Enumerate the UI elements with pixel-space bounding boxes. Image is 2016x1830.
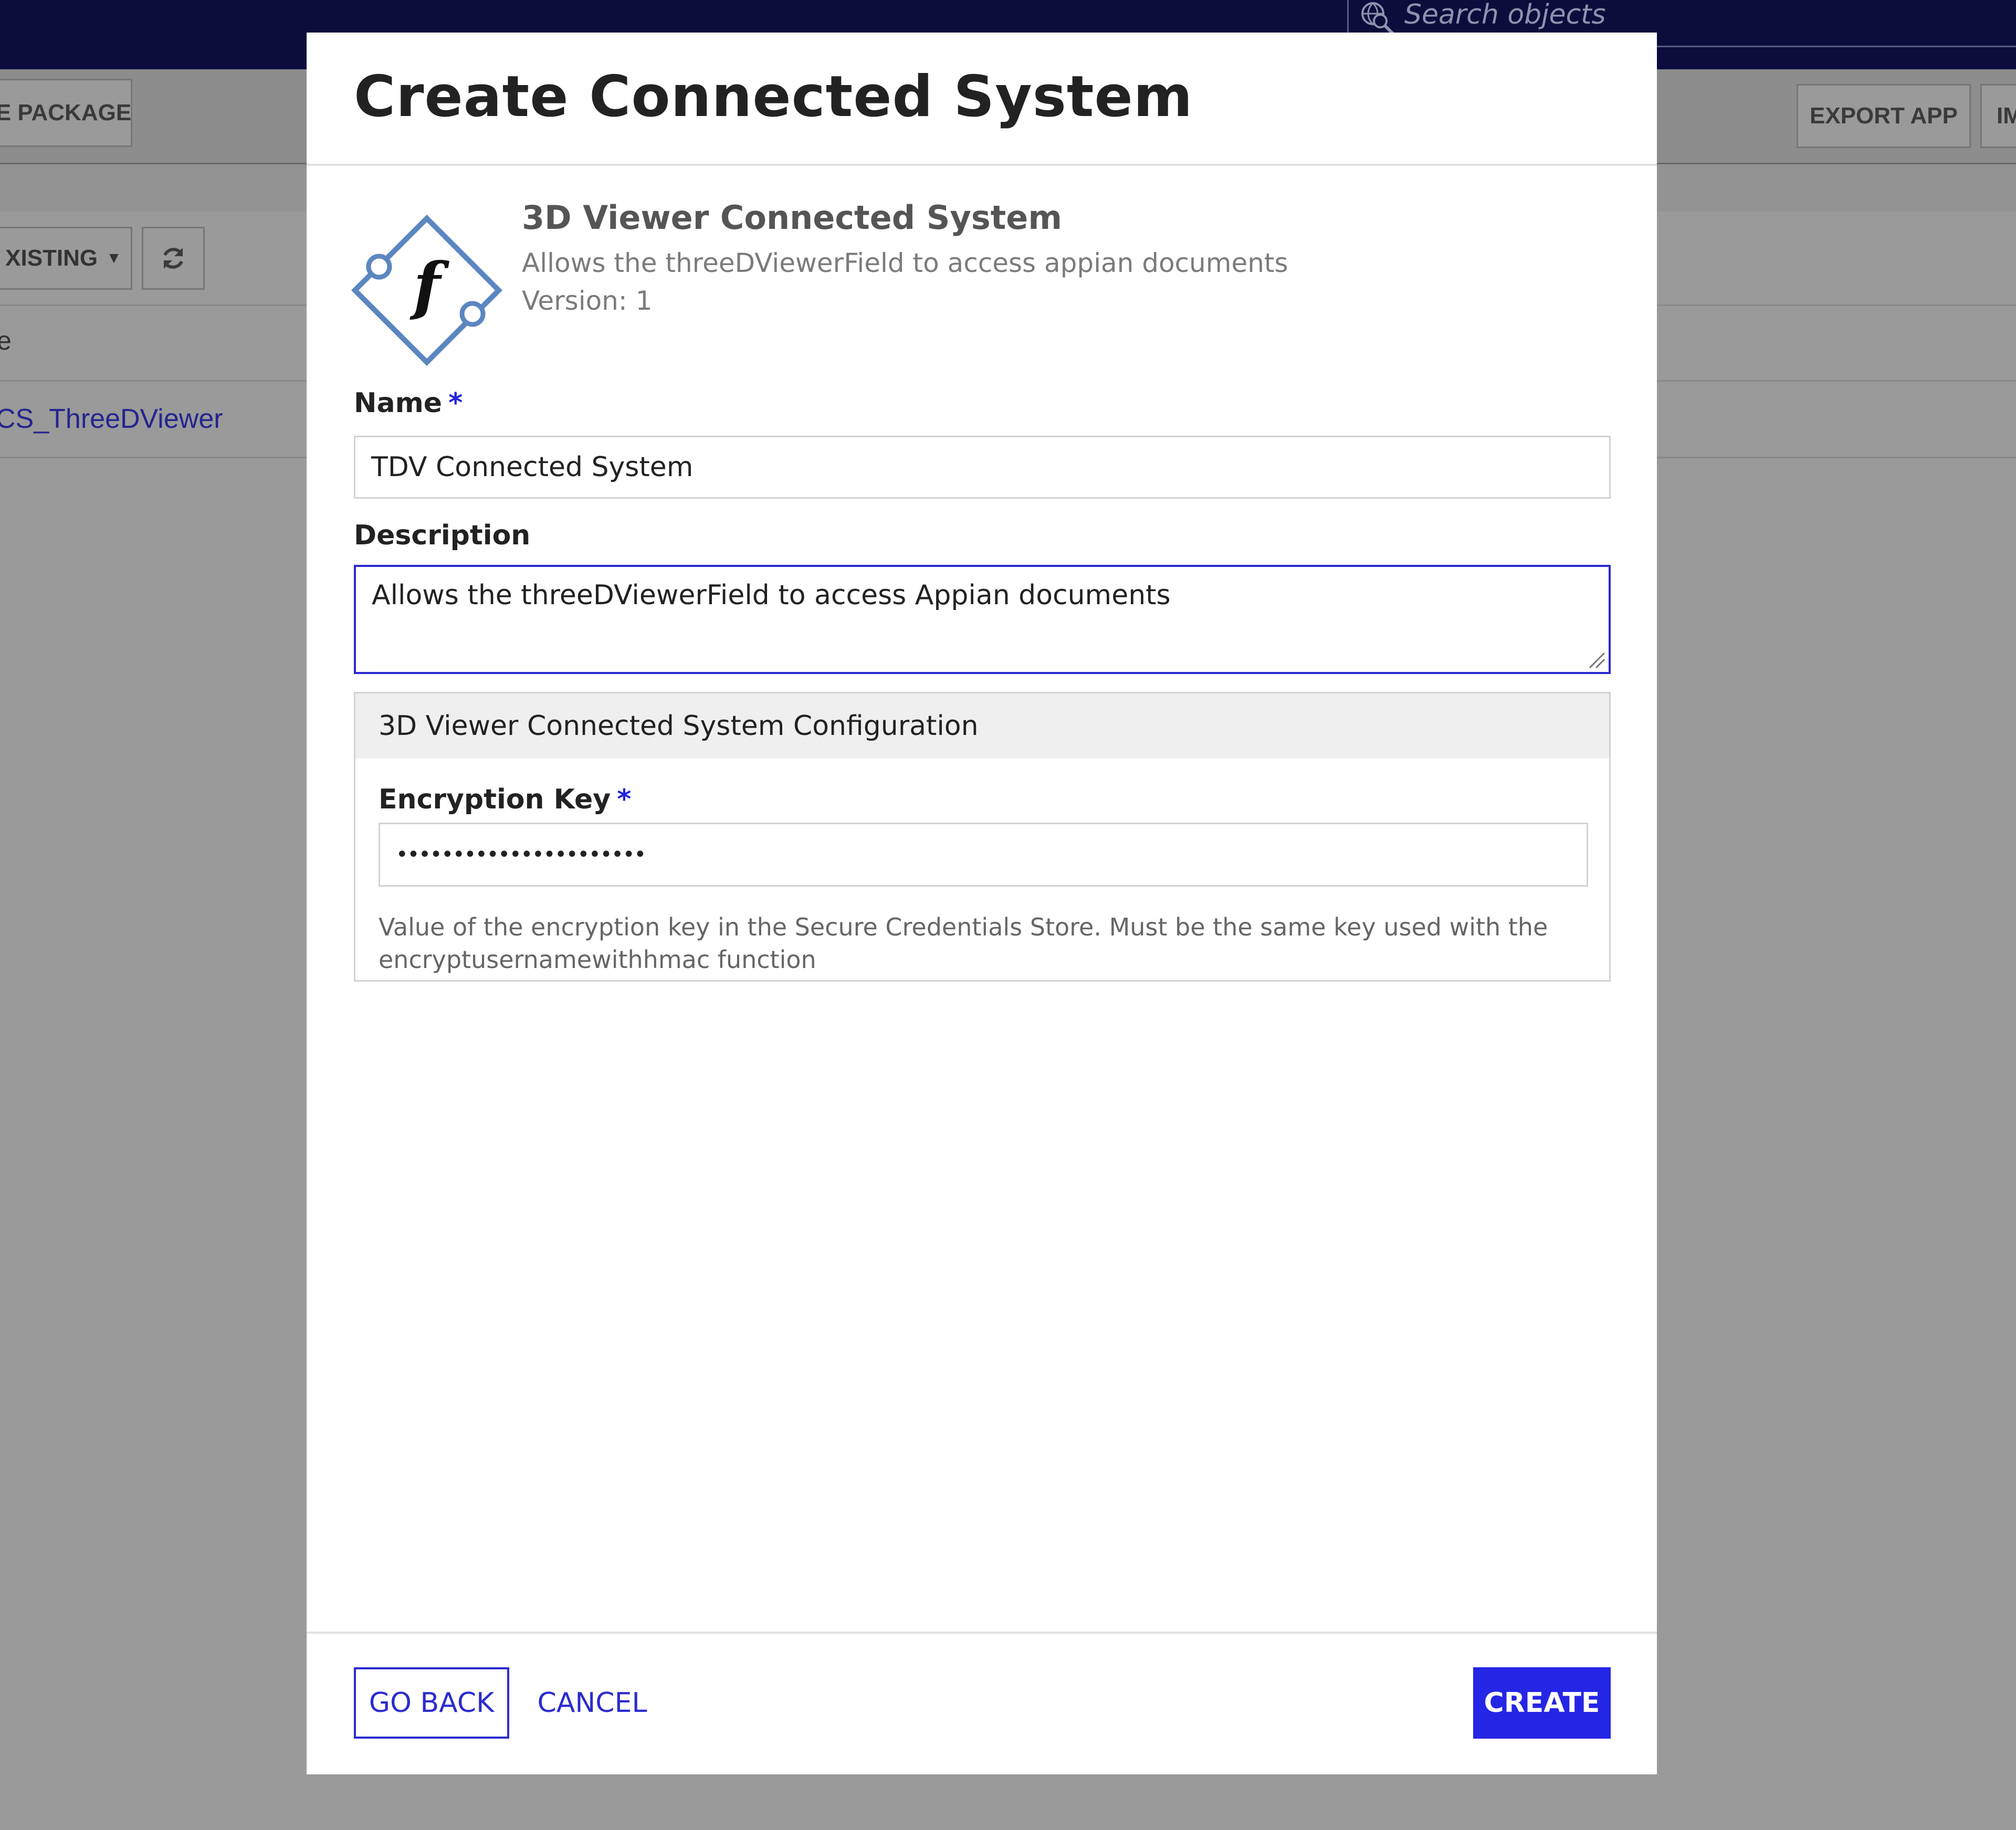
- configuration-header: 3D Viewer Connected System Configuration: [355, 693, 1609, 759]
- encryption-key-value: ••••••••••••••••••••••: [396, 843, 646, 867]
- resize-grip-icon[interactable]: [1588, 651, 1605, 669]
- export-app-button[interactable]: EXPORT APP: [1797, 84, 1971, 148]
- encryption-key-label: Encryption Key *: [379, 784, 631, 815]
- add-existing-dropdown[interactable]: XISTING ▼: [0, 227, 132, 290]
- encryption-key-help-text: Value of the encryption key in the Secur…: [379, 913, 1548, 974]
- required-marker: *: [617, 784, 632, 815]
- plugin-description: Allows the threeDViewerField to access a…: [522, 248, 1288, 278]
- object-link[interactable]: CS_ThreeDViewer: [0, 403, 223, 435]
- go-back-button[interactable]: GO BACK: [354, 1667, 509, 1739]
- description-textarea[interactable]: Allows the threeDViewerField to access A…: [354, 565, 1611, 674]
- plugin-name: 3D Viewer Connected System: [522, 198, 1062, 237]
- search-placeholder: Search objects: [1404, 0, 1606, 30]
- import-button[interactable]: IM: [1980, 84, 2016, 148]
- refresh-icon: [163, 248, 183, 269]
- encryption-key-label-text: Encryption Key: [379, 784, 611, 815]
- caret-down-icon: ▼: [106, 249, 122, 267]
- plugin-version: Version: 1: [522, 286, 653, 316]
- package-button[interactable]: E PACKAGE: [0, 79, 132, 147]
- required-marker: *: [448, 387, 463, 419]
- name-label: Name *: [354, 387, 463, 419]
- configuration-section: 3D Viewer Connected System Configuration…: [354, 692, 1611, 982]
- add-existing-label: XISTING: [5, 245, 98, 271]
- dialog-title: Create Connected System: [354, 64, 1193, 130]
- name-input-value: TDV Connected System: [371, 451, 694, 483]
- description-label: Description: [354, 520, 531, 551]
- refresh-button[interactable]: [142, 227, 205, 290]
- footer-divider: [307, 1632, 1657, 1634]
- column-header: e: [0, 326, 12, 355]
- name-input[interactable]: TDV Connected System: [354, 436, 1611, 499]
- encryption-key-input[interactable]: ••••••••••••••••••••••: [379, 823, 1588, 887]
- name-label-text: Name: [354, 387, 443, 419]
- create-connected-system-dialog: Create Connected System f 3D Viewer Conn…: [307, 33, 1657, 1774]
- header-divider: [307, 164, 1657, 166]
- function-diamond-icon: f: [351, 214, 503, 366]
- globe-search-icon: [1361, 2, 1394, 35]
- create-button[interactable]: CREATE: [1473, 1667, 1611, 1739]
- cancel-button[interactable]: CANCEL: [536, 1667, 649, 1739]
- description-value: Allows the threeDViewerField to access A…: [372, 580, 1171, 611]
